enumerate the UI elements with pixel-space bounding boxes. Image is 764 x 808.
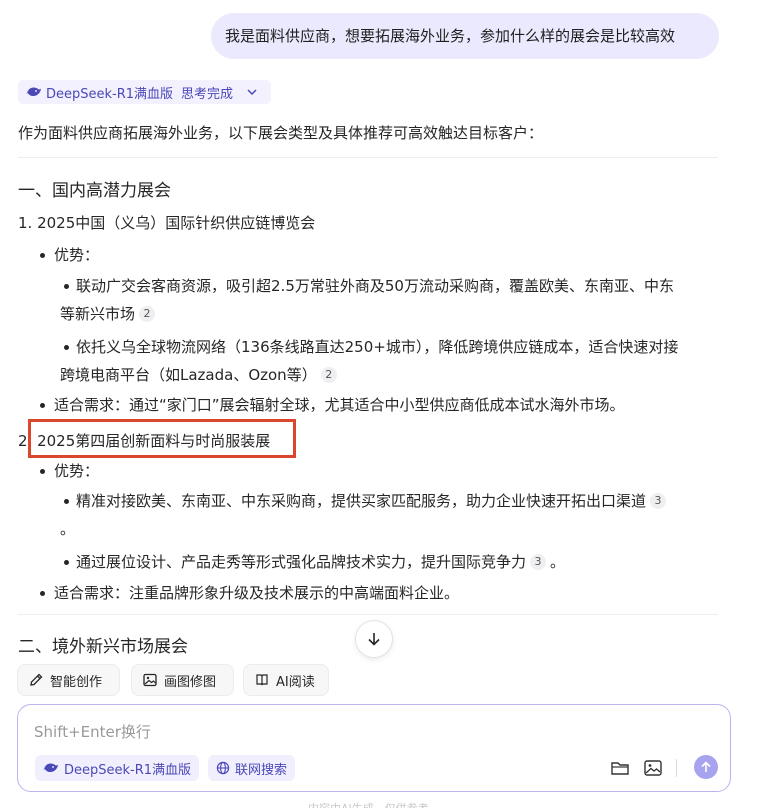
web-search-pill[interactable]: 联网搜索 [208, 755, 296, 781]
divider [18, 614, 718, 615]
bullet [40, 469, 45, 474]
upload-file-button[interactable] [609, 757, 631, 779]
bullet [40, 253, 45, 258]
item-1-adv-1-line-1: 联动广交会客商资源，吸引超2.5万常驻外商及50万流动采购商，覆盖欧美、东南亚、… [76, 277, 674, 295]
answer-intro: 作为面料供应商拓展海外业务，以下展会类型及具体推荐可高效触达目标客户： [18, 124, 544, 142]
scroll-to-bottom-button[interactable] [355, 620, 393, 658]
arrow-up-icon [701, 761, 711, 772]
model-pill-label: DeepSeek-R1满血版 [64, 762, 192, 778]
item-2-adv-2-end: 。 [550, 553, 566, 571]
item-1-adv-1-text: 等新兴市场 [60, 305, 136, 323]
citation-badge[interactable]: 3 [650, 493, 667, 509]
citation-badge[interactable]: 2 [139, 306, 156, 322]
book-icon [256, 674, 268, 686]
tool-image-edit-button[interactable]: 画图修图 [131, 664, 234, 696]
bullet [64, 499, 69, 504]
pen-icon [30, 673, 43, 686]
arrow-down-icon [368, 633, 380, 646]
model-thinking-chip[interactable]: DeepSeek-R1满血版 思考完成 [18, 80, 271, 104]
item-1-adv-2-line-1: 依托义乌全球物流网络（136条线路直达250+城市），降低跨境供应链成本，适合快… [76, 338, 679, 356]
send-button[interactable] [694, 755, 718, 779]
thinking-status: 思考完成 [181, 86, 234, 102]
item-1-title: 1. 2025中国（义乌）国际针织供应链博览会 [18, 214, 316, 232]
item-2-adv-2: 通过展位设计、产品走秀等形式强化品牌技术实力，提升国际竞争力 3。 [76, 551, 565, 572]
bullet [64, 560, 69, 565]
citation-badge[interactable]: 3 [530, 554, 547, 570]
divider [18, 157, 718, 158]
upload-image-button[interactable] [642, 757, 664, 779]
globe-icon [216, 761, 230, 775]
deepseek-whale-icon [26, 87, 41, 96]
item-2-adv-1-line-2: 。 [60, 520, 76, 538]
model-select-pill[interactable]: DeepSeek-R1满血版 [35, 755, 200, 781]
tool-smart-writing-button[interactable]: 智能创作 [17, 664, 120, 696]
item-2-adv-1-text: 精准对接欧美、东南亚、中东采购商，提供买家匹配服务，助力企业快速开拓出口渠道 [76, 492, 647, 510]
composer-separator [676, 759, 677, 777]
model-name: DeepSeek-R1满血版 [46, 86, 174, 102]
item-1-advantage-label: 优势： [54, 246, 100, 264]
item-1-adv-1-line-2: 等新兴市场 2 [60, 303, 156, 324]
folder-icon [611, 762, 629, 775]
bullet [64, 284, 69, 289]
highlight-annotation-box [28, 419, 296, 458]
item-2-fit: 适合需求：注重品牌形象升级及技术展示的中高端面料企业。 [54, 584, 460, 602]
item-1-adv-2-line-2: 跨境电商平台（如Lazada、Ozon等） 2 [60, 364, 337, 385]
bullet [40, 591, 45, 596]
message-composer[interactable]: Shift+Enter换行 DeepSeek-R1满血版 联网搜索 [17, 704, 731, 792]
citation-badge[interactable]: 2 [320, 367, 337, 383]
deepseek-whale-icon [43, 763, 58, 772]
tool-label: 智能创作 [50, 674, 103, 690]
tool-ai-reading-button[interactable]: AI阅读 [243, 664, 329, 696]
section-heading-2: 二、境外新兴市场展会 [18, 637, 188, 657]
item-1-adv-2-text: 跨境电商平台（如Lazada、Ozon等） [60, 366, 317, 384]
web-search-label: 联网搜索 [235, 762, 288, 778]
item-2-adv-2-text: 通过展位设计、产品走秀等形式强化品牌技术实力，提升国际竞争力 [76, 553, 527, 571]
item-2-advantage-label: 优势： [54, 462, 100, 480]
item-1-fit: 适合需求：通过“家门口”展会辐射全球，尤其适合中小型供应商低成本试水海外市场。 [54, 396, 625, 414]
image-icon [143, 673, 157, 687]
image-icon [644, 760, 662, 776]
tool-label: 画图修图 [164, 674, 217, 690]
ai-disclaimer: 内容由AI生成，仅供参考 [308, 800, 429, 808]
composer-placeholder[interactable]: Shift+Enter换行 [34, 721, 151, 742]
user-message-bubble: 我是面料供应商，想要拓展海外业务，参加什么样的展会是比较高效 [211, 13, 719, 59]
item-2-adv-1-line-1: 精准对接欧美、东南亚、中东采购商，提供买家匹配服务，助力企业快速开拓出口渠道 3 [76, 490, 667, 511]
tool-label: AI阅读 [276, 674, 315, 690]
section-heading-1: 一、国内高潜力展会 [18, 181, 171, 201]
bullet [40, 403, 45, 408]
chevron-down-icon [247, 89, 257, 96]
bullet [64, 345, 69, 350]
